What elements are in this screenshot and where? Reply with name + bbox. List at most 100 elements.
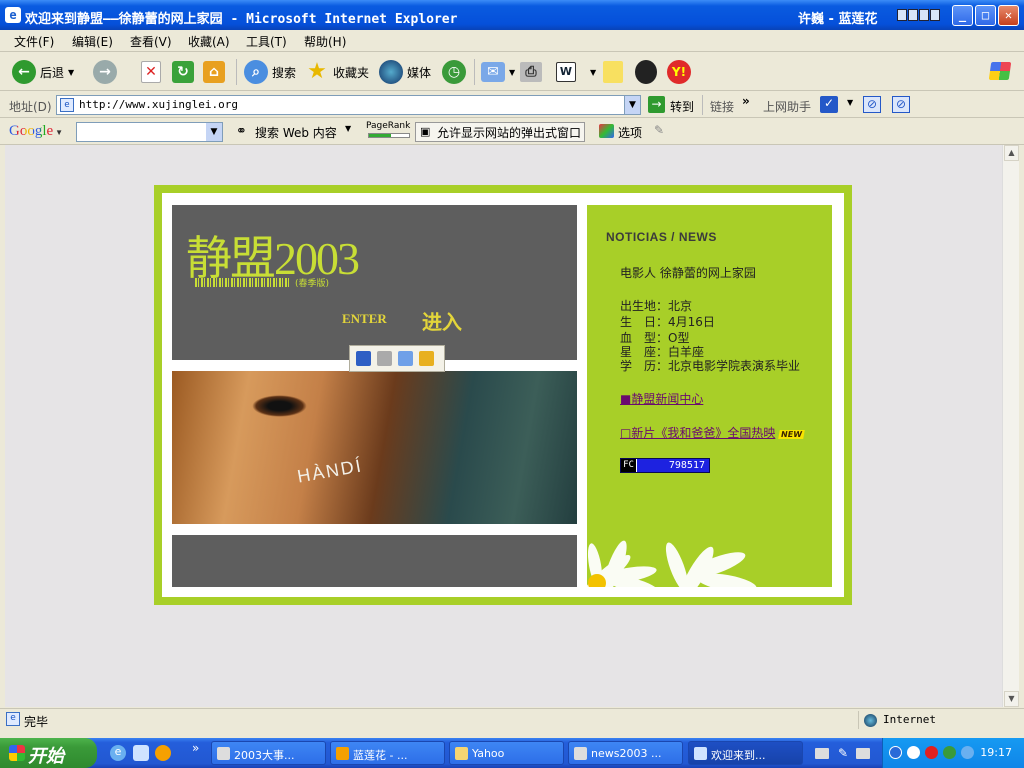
forward-arrow-icon: → bbox=[93, 60, 117, 84]
chevron-down-icon[interactable]: ▼ bbox=[847, 98, 853, 107]
qq-penguin-icon bbox=[635, 60, 657, 84]
task-2003-news[interactable]: 2003大事... bbox=[211, 741, 326, 765]
folder-image-icon[interactable] bbox=[419, 351, 434, 366]
notes-button[interactable] bbox=[603, 59, 623, 85]
vertical-scrollbar[interactable]: ▲ ▼ bbox=[1002, 145, 1019, 707]
yahoo-button[interactable]: Y! bbox=[667, 59, 691, 85]
search-button[interactable]: ⌕ 搜索 bbox=[244, 59, 296, 85]
scroll-up-icon[interactable]: ▲ bbox=[1004, 145, 1019, 161]
title-extra: 许巍 - 蓝莲花 bbox=[798, 12, 878, 27]
task-label: news2003 ... bbox=[591, 747, 662, 760]
pen-icon[interactable]: ✎ bbox=[838, 746, 848, 760]
refresh-button[interactable]: ↻ bbox=[172, 59, 194, 85]
security-zone: Internet bbox=[858, 711, 1018, 729]
counter-value: 798517 bbox=[668, 460, 705, 471]
enter-link[interactable]: ENTER bbox=[342, 311, 387, 327]
task-news2003[interactable]: news2003 ... bbox=[568, 741, 683, 765]
mail-icon: ✉ bbox=[481, 62, 505, 82]
task-label: 欢迎来到... bbox=[711, 749, 766, 762]
barcode-graphic bbox=[195, 278, 291, 287]
google-search-dropdown[interactable]: ▼ bbox=[206, 123, 222, 141]
mail-image-icon[interactable] bbox=[398, 351, 413, 366]
helper-button[interactable]: 上网助手 bbox=[763, 98, 811, 115]
address-dropdown[interactable]: ▼ bbox=[624, 95, 641, 115]
menu-help[interactable]: 帮助(H) bbox=[304, 33, 346, 50]
stop-button[interactable]: ✕ bbox=[141, 59, 161, 85]
news-center-link[interactable]: ■静盟新闻中心 bbox=[620, 390, 703, 407]
task-lanlianhua[interactable]: 蓝莲花 - ... bbox=[330, 741, 445, 765]
new-film-link[interactable]: □新片《我和爸爸》全国热映 bbox=[620, 426, 775, 440]
block-icon[interactable]: ⊘ bbox=[892, 96, 910, 113]
task-yahoo[interactable]: Yahoo bbox=[449, 741, 564, 765]
folder-icon bbox=[455, 747, 468, 760]
address-label: 地址(D) bbox=[9, 100, 52, 114]
refresh-icon: ↻ bbox=[172, 61, 194, 83]
edit-button[interactable]: W ▼ bbox=[556, 59, 596, 85]
quicklaunch-media-icon[interactable] bbox=[155, 745, 171, 761]
enter-link-cn[interactable]: 进入 bbox=[422, 306, 462, 335]
network-icon[interactable] bbox=[943, 746, 956, 759]
qq-button[interactable] bbox=[635, 59, 657, 85]
address-input[interactable]: e http://www.xujinglei.org bbox=[56, 95, 641, 115]
save-image-icon[interactable] bbox=[356, 351, 371, 366]
image-toolbar[interactable] bbox=[349, 345, 445, 372]
tray-back-icon[interactable] bbox=[889, 746, 902, 759]
links-button[interactable]: 链接 bbox=[710, 98, 734, 115]
history-button[interactable]: ◷ bbox=[442, 59, 466, 85]
quicklaunch-ie-icon[interactable]: e bbox=[110, 745, 126, 761]
forward-button[interactable]: → bbox=[93, 59, 117, 85]
quicklaunch-more-icon[interactable]: » bbox=[192, 741, 199, 755]
title-bar[interactable]: e 欢迎来到静盟——徐静蕾的网上家园 - Microsoft Internet … bbox=[0, 0, 1024, 30]
menu-edit[interactable]: 编辑(E) bbox=[72, 33, 113, 50]
start-button[interactable]: 开始 bbox=[0, 738, 97, 768]
google-toolbar: Google ▼ ▼ ⚭ 搜索 Web 内容 ▼ PageRank ▣ 允许显示… bbox=[0, 119, 1024, 145]
search-web-button[interactable]: 搜索 Web 内容 bbox=[255, 124, 337, 141]
stop-icon: ✕ bbox=[141, 61, 161, 83]
options-button[interactable]: 选项 bbox=[618, 124, 642, 141]
eraser-icon[interactable]: ⊘ bbox=[863, 96, 881, 113]
visit-counter[interactable]: FC 798517 bbox=[620, 458, 710, 473]
chevron-down-icon[interactable]: ▼ bbox=[345, 124, 351, 133]
close-button[interactable]: ✕ bbox=[998, 5, 1019, 26]
checkmark-icon[interactable]: ✓ bbox=[820, 96, 838, 113]
menu-favorites[interactable]: 收藏(A) bbox=[188, 33, 230, 50]
media-globe-icon bbox=[379, 60, 403, 84]
favorites-button[interactable]: ★ 收藏夹 bbox=[305, 59, 369, 85]
qq-tray-icon[interactable] bbox=[907, 746, 920, 759]
standard-toolbar: ← 后退 ▼ → ✕ ↻ ⌂ ⌕ 搜索 ★ 收藏夹 媒体 ◷ ✉ ▼ ⎙ W ▼… bbox=[0, 53, 1024, 91]
popup-icon: ▣ bbox=[420, 125, 431, 138]
site-intro: 电影人 徐静蕾的网上家园 bbox=[620, 266, 756, 280]
chevron-more-icon[interactable]: » bbox=[742, 94, 750, 108]
address-url: http://www.xujinglei.org bbox=[79, 98, 238, 111]
mail-button[interactable]: ✉ ▼ bbox=[481, 59, 515, 85]
clock[interactable]: 19:17 bbox=[980, 746, 1012, 759]
home-button[interactable]: ⌂ bbox=[203, 59, 225, 85]
print-button[interactable]: ⎙ bbox=[520, 59, 542, 85]
input-method-icon[interactable] bbox=[856, 748, 870, 759]
google-logo[interactable]: Google ▼ bbox=[9, 123, 63, 140]
pencil-icon[interactable]: ✎ bbox=[654, 123, 664, 137]
menu-file[interactable]: 文件(F) bbox=[14, 33, 54, 50]
printer-icon: ⎙ bbox=[520, 62, 542, 82]
antivirus-icon[interactable] bbox=[925, 746, 938, 759]
print-image-icon[interactable] bbox=[377, 351, 392, 366]
back-button[interactable]: ← 后退 ▼ bbox=[12, 59, 74, 85]
keyboard-icon[interactable] bbox=[815, 748, 829, 759]
messenger-icon[interactable] bbox=[961, 746, 974, 759]
scroll-down-icon[interactable]: ▼ bbox=[1004, 691, 1019, 707]
media-button[interactable]: 媒体 bbox=[379, 59, 431, 85]
go-button[interactable]: 转到 bbox=[670, 98, 694, 115]
news-title: NOTICIAS / NEWS bbox=[606, 230, 717, 244]
bottom-panel bbox=[172, 535, 577, 587]
menu-view[interactable]: 查看(V) bbox=[130, 33, 172, 50]
quicklaunch-browser-icon[interactable] bbox=[133, 745, 149, 761]
go-arrow-icon[interactable]: → bbox=[648, 96, 665, 113]
toolbar-separator bbox=[474, 59, 475, 85]
maximize-button[interactable]: □ bbox=[975, 5, 996, 26]
menu-tools[interactable]: 工具(T) bbox=[246, 33, 287, 50]
google-search-input[interactable]: ▼ bbox=[76, 122, 223, 142]
task-xujinglei[interactable]: 欢迎来到... bbox=[688, 741, 803, 765]
ie-window: e 欢迎来到静盟——徐静蕾的网上家园 - Microsoft Internet … bbox=[0, 0, 1024, 768]
minimize-button[interactable]: _ bbox=[952, 5, 973, 26]
media-controls[interactable] bbox=[897, 9, 940, 21]
